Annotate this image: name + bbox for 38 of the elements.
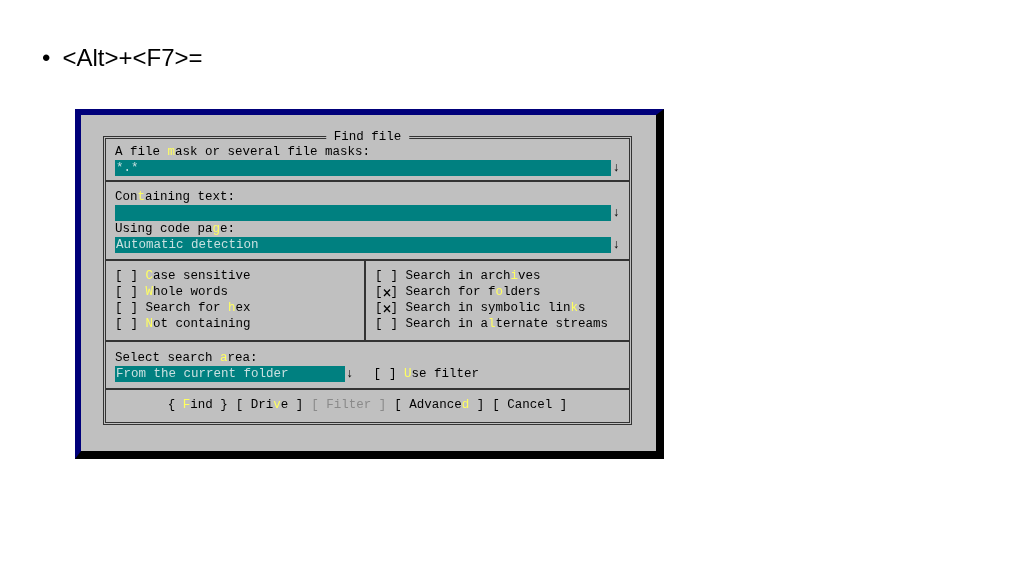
checkbox-label: Whole words [145, 284, 229, 300]
codepage-field[interactable]: Automatic detection [115, 237, 612, 253]
checkbox[interactable]: [ ] [375, 284, 399, 300]
bullet: • [42, 43, 51, 73]
codepage-label: Using code page: [115, 221, 237, 237]
checkbox-label: Search in symbolic links [405, 300, 586, 316]
checkbox[interactable]: [ ] [115, 300, 139, 316]
checkbox[interactable]: [ ] [375, 300, 399, 316]
dialog-button[interactable]: [ Advanced ] [394, 397, 485, 413]
checkbox[interactable]: [ ] [375, 268, 399, 284]
dropdown-arrow[interactable]: ↓ [612, 205, 620, 221]
checkbox[interactable]: [ ] [115, 316, 139, 332]
checkbox-label: Not containing [145, 316, 251, 332]
checkbox-label: Use filter [404, 366, 480, 382]
dialog-button[interactable]: { Find } [167, 397, 228, 413]
slide-heading: <Alt>+<F7>= [62, 43, 203, 73]
dialog-button[interactable]: [ Cancel ] [492, 397, 568, 413]
area-field[interactable]: From the current folder [115, 366, 345, 382]
cross-mark-icon [382, 287, 391, 297]
text-field[interactable] [115, 205, 612, 221]
checkbox[interactable]: [ ] [115, 284, 139, 300]
cross-mark-icon [382, 303, 391, 313]
dropdown-arrow[interactable]: ↓ [346, 366, 354, 382]
mask-field[interactable]: *.* [115, 160, 612, 176]
checkbox-label: Search in archives [405, 268, 541, 284]
dropdown-arrow[interactable]: ↓ [612, 160, 620, 176]
checkbox-label: Search for folders [405, 284, 541, 300]
dialog-button[interactable]: [ Drive ] [235, 397, 304, 413]
mask-label: A file mask or several file masks: [115, 144, 372, 160]
checkbox-label: Case sensitive [145, 268, 251, 284]
checkbox[interactable]: [ ] [115, 268, 139, 284]
area-label: Select search area: [115, 350, 259, 366]
checkbox[interactable]: [ ] [373, 366, 397, 382]
checkbox-label: Search for hex [145, 300, 251, 316]
checkbox-label: Search in alternate streams [405, 316, 609, 332]
text-label: Containing text: [115, 189, 237, 205]
checkbox[interactable]: [ ] [375, 316, 399, 332]
dropdown-arrow[interactable]: ↓ [612, 237, 620, 253]
